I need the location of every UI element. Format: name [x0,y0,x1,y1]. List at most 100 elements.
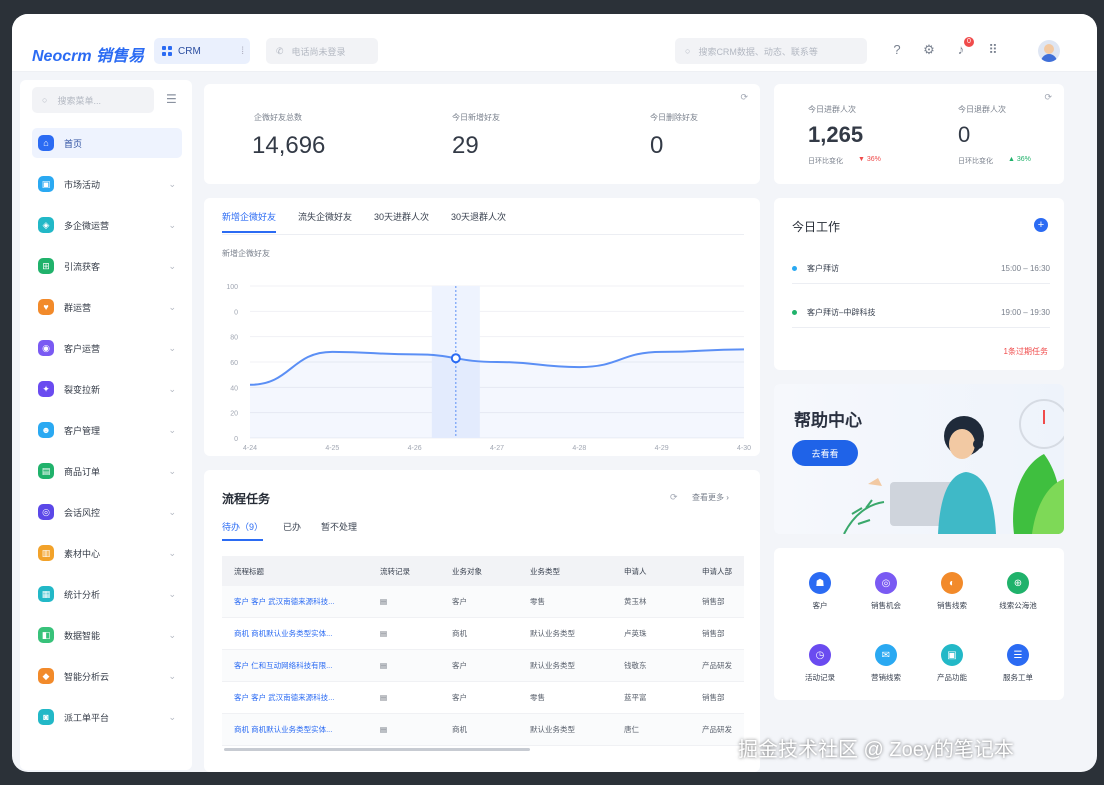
task-title-link[interactable]: 客户 仁和互动网络科技有限... [222,660,368,671]
tab-pending[interactable]: 待办（9） [222,520,264,541]
sidebar-item-10[interactable]: ▥ 素材中心 ⌄ [32,538,182,568]
tab-done[interactable]: 已办 [283,520,301,541]
sidebar-item-4[interactable]: ♥ 群运营 ⌄ [32,292,182,322]
chevron-down-icon: ⌄ [168,424,176,435]
sidebar-item-5[interactable]: ◉ 客户运营 ⌄ [32,333,182,363]
table-cell: 蓝平富 [624,693,647,702]
chevron-down-icon: ⌄ [168,383,176,394]
flow-record-icon[interactable]: ▤ [368,693,440,702]
sidebar-item-icon: ▤ [38,463,54,479]
sidebar-item-13[interactable]: ◆ 智能分析云 ⌄ [32,661,182,691]
sidebar-item-label: 市场活动 [64,179,101,190]
y-tick-label: 80 [230,335,238,342]
quick-link-icon: ☰ [1007,644,1029,666]
logo: Neocrm 销售易 [32,48,145,65]
x-tick-label: 4-27 [490,445,504,452]
tab-deferred[interactable]: 暂不处理 [321,520,357,541]
refresh-icon[interactable]: ⟳ [1044,92,1052,103]
refresh-icon[interactable]: ⟳ [670,492,678,503]
chevron-down-icon: ⌄ [168,178,176,189]
chevron-down-icon: ⌄ [168,301,176,312]
chevron-down-icon: ⌄ [168,588,176,599]
table-scrollbar[interactable] [224,748,530,751]
sidebar-item-2[interactable]: ◈ 多企微运营 ⌄ [32,210,182,240]
stat-value: 0 [958,122,971,147]
apps-grid-icon [162,46,172,56]
sidebar-item-9[interactable]: ◎ 会话风控 ⌄ [32,497,182,527]
quick-link[interactable]: ☰ 服务工单 [986,644,1050,683]
table-row[interactable]: 客户 客户 武汉南德来源科技... ▤ 客户 零售 蓝平富 销售部 [222,682,744,714]
flow-record-icon[interactable]: ▤ [368,661,440,670]
app-switcher[interactable]: CRM ⁞ [154,38,250,64]
y-tick-label: 20 [230,411,238,418]
work-item[interactable]: 客户拜访 15:00 – 16:30 [792,254,1050,284]
sidebar-item-1[interactable]: ▣ 市场活动 ⌄ [32,169,182,199]
chevron-down-icon: ⌄ [168,547,176,558]
menu-search-input[interactable]: ○ 搜索菜单... [32,87,154,113]
global-search-input[interactable]: ○ 搜索CRM数据、动态、联系等 [675,38,867,64]
table-row[interactable]: 商机 商机默认业务类型实体... ▤ 商机 默认业务类型 唐仁 产品研发 [222,714,744,746]
x-tick-label: 4-24 [243,445,257,452]
quick-link[interactable]: ⊕ 线索公海池 [986,572,1050,611]
sidebar-item-8[interactable]: ▤ 商品订单 ⌄ [32,456,182,486]
y-tick-label: 40 [230,385,238,392]
quick-link[interactable]: ▣ 产品功能 [920,644,984,683]
flow-record-icon[interactable]: ▤ [368,597,440,606]
add-work-button[interactable]: + [1034,218,1048,232]
sidebar-item-12[interactable]: ◧ 数据智能 ⌄ [32,620,182,650]
chevron-down-icon: ⌄ [168,465,176,476]
sidebar-item-3[interactable]: ⊞ 引流获客 ⌄ [32,251,182,281]
table-cell: 商机 [452,629,467,638]
task-title-link[interactable]: 客户 客户 武汉南德来源科技... [222,596,368,607]
flow-record-icon[interactable]: ▤ [368,725,440,734]
bell-icon[interactable]: ♪ 0 [953,37,974,58]
phone-status[interactable]: ✆ 电话尚未登录 [266,38,378,64]
quick-link-icon: ▣ [941,644,963,666]
stat-value: 14,696 [252,132,326,159]
grid-menu-icon[interactable]: ⠿ [985,42,1001,58]
quick-link[interactable]: ☗ 客户 [788,572,852,611]
task-title-link[interactable]: 商机 商机默认业务类型实体... [222,724,368,735]
quick-link[interactable]: ✉ 营销线索 [854,644,918,683]
view-more-link[interactable]: 查看更多 › [692,492,729,503]
quick-link[interactable]: ◎ 销售机会 [854,572,918,611]
work-item[interactable]: 客户拜访–中辟科技 19:00 – 19:30 [792,298,1050,328]
quick-link-icon: ⊕ [1007,572,1029,594]
sidebar-item-7[interactable]: ☻ 客户管理 ⌄ [32,415,182,445]
refresh-icon[interactable]: ⟳ [740,92,748,103]
sidebar-item-14[interactable]: ◙ 派工单平台 ⌄ [32,702,182,732]
avatar[interactable] [1038,40,1060,62]
sidebar-item-11[interactable]: ▦ 统计分析 ⌄ [32,579,182,609]
stat-value: 0 [650,132,664,159]
stat-label: 今日删除好友 [650,113,698,122]
work-time: 19:00 – 19:30 [1001,308,1050,317]
column-header: 流转记录 [380,566,410,576]
y-tick-label: 100 [226,284,238,291]
table-cell: 销售部 [702,629,725,638]
flow-record-icon[interactable]: ▤ [368,629,440,638]
help-icon[interactable]: ? [889,42,905,58]
collapse-menu-icon[interactable]: ☰ [166,92,177,106]
sidebar-item-6[interactable]: ✦ 裂变拉新 ⌄ [32,374,182,404]
table-row[interactable]: 客户 客户 武汉南德来源科技... ▤ 客户 零售 黄玉林 销售部 [222,586,744,618]
quick-link-label: 销售机会 [871,601,901,610]
gear-icon[interactable]: ⚙ [921,42,937,58]
sidebar-item-0[interactable]: ⌂ 首页 [32,128,182,158]
help-illustration [843,399,1064,534]
task-tabs: 待办（9） 已办 暂不处理 [222,520,357,541]
column-header: 业务对象 [452,566,482,576]
x-tick-label: 4-30 [737,445,751,452]
task-title-link[interactable]: 客户 客户 武汉南德来源科技... [222,692,368,703]
sidebar-item-label: 会话风控 [64,507,101,518]
table-cell: 钱敬东 [624,661,647,670]
quick-link-label: 销售线索 [937,601,967,610]
quick-link[interactable]: ◐ 销售线索 [920,572,984,611]
watermark: 掘金技术社区 @ Zoey的笔记本 [738,739,1014,761]
overdue-tasks-link[interactable]: 1条过期任务 [1004,346,1048,357]
data-point[interactable] [450,353,461,364]
table-row[interactable]: 商机 商机默认业务类型实体... ▤ 商机 默认业务类型 卢英珠 销售部 [222,618,744,650]
quick-link[interactable]: ◷ 活动记录 [788,644,852,683]
table-row[interactable]: 客户 仁和互动网络科技有限... ▤ 客户 默认业务类型 钱敬东 产品研发 [222,650,744,682]
compare-label: 日环比变化 [808,158,843,165]
task-title-link[interactable]: 商机 商机默认业务类型实体... [222,628,368,639]
